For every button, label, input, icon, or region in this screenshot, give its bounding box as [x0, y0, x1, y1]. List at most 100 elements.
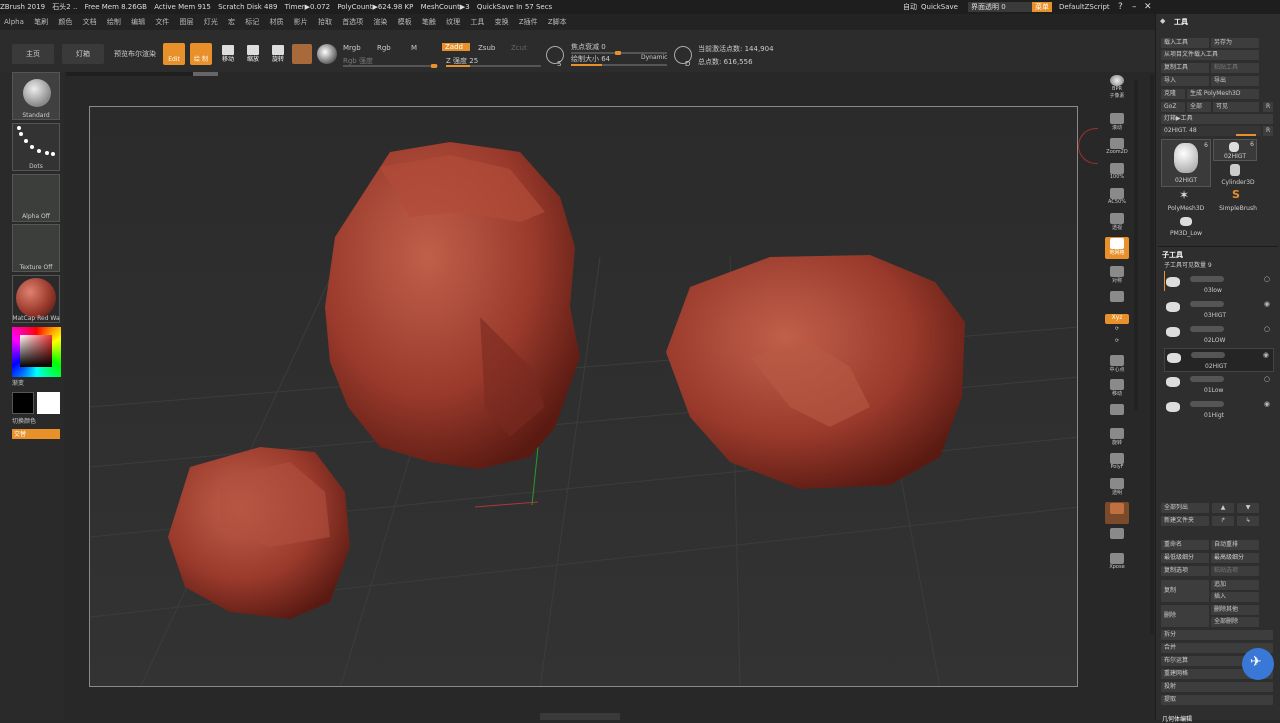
scene-canvas[interactable] [90, 107, 1078, 687]
eye-icon[interactable]: ◉ [1263, 351, 1269, 359]
menu-zscript[interactable]: Z脚本 [548, 14, 567, 30]
subtool-row[interactable]: ○ 03low [1164, 273, 1274, 297]
color-picker[interactable] [12, 327, 61, 377]
z-intensity-slider[interactable] [446, 65, 541, 67]
eye-icon[interactable]: ◉ [1264, 400, 1270, 408]
menu-stroke[interactable]: 笔触 [422, 14, 436, 30]
folder-in-icon[interactable]: ↱ [1212, 516, 1234, 526]
scale-button[interactable]: 缩放 [244, 43, 262, 65]
frame-button[interactable]: 中心点 [1105, 354, 1129, 376]
actual-size-button[interactable]: 100% [1105, 162, 1129, 184]
auto-reorder-button[interactable]: 自动重排 [1211, 540, 1259, 550]
switch-color-button[interactable]: 切换颜色 [12, 416, 60, 425]
delete-all-button[interactable]: 全部删除 [1211, 617, 1259, 627]
minimize-icon[interactable]: – [1132, 0, 1137, 14]
eye-icon[interactable]: ○ [1264, 375, 1270, 383]
tool-thumb-02higt[interactable]: 6 02HIGT [1213, 139, 1257, 161]
geometry-section[interactable]: 几何体编辑 [1162, 714, 1192, 723]
move-down-icon[interactable]: ▼ [1237, 503, 1259, 513]
subtool-toggles[interactable] [1190, 401, 1224, 407]
subtool-row[interactable]: ◉ 03HIGT [1164, 298, 1274, 322]
tool-thumb-02higt-main[interactable]: 6 02HIGT [1161, 139, 1211, 187]
color-square[interactable] [20, 335, 52, 367]
copy-tool-button[interactable]: 复制工具 [1161, 63, 1209, 73]
eye-icon[interactable]: ○ [1264, 325, 1270, 333]
load-tool-button[interactable]: 载入工具 [1161, 38, 1209, 48]
draw-size-slider[interactable] [571, 64, 667, 66]
panel-scrollbar[interactable] [1150, 74, 1154, 634]
menu-light[interactable]: 灯光 [204, 14, 218, 30]
subtool-toggles[interactable] [1190, 326, 1224, 332]
help-icon[interactable]: ? [1118, 0, 1123, 14]
ghost-button[interactable] [1105, 502, 1129, 524]
highest-subdiv-button[interactable]: 最高级细分 [1211, 553, 1259, 563]
project-button[interactable]: 投射 [1161, 682, 1273, 692]
quicksave-button[interactable]: QuickSave [921, 0, 958, 14]
extract-button[interactable]: 提取 [1161, 695, 1273, 705]
make-polymesh-button[interactable]: 生成 PolyMesh3D [1187, 89, 1259, 99]
rgb-intensity-knob[interactable] [431, 64, 437, 68]
xpose-button[interactable]: Xpose [1105, 552, 1129, 574]
duplicate-button[interactable]: 复制 [1161, 580, 1209, 602]
tool-thumb-simplebrush[interactable]: S SimpleBrush [1213, 188, 1263, 212]
canvas-viewport[interactable] [89, 106, 1078, 687]
ac50-button[interactable]: AC50% [1105, 187, 1129, 209]
rotation-gizmo-icon[interactable] [1078, 128, 1098, 164]
menu-preferences[interactable]: 首选项 [342, 14, 363, 30]
clone-button[interactable]: 克隆 [1161, 89, 1185, 99]
subtool-row[interactable]: ◉ 01Higt [1164, 398, 1274, 422]
move-button[interactable]: 移动 [219, 43, 237, 65]
new-folder-button[interactable]: 新建文件夹 [1161, 516, 1209, 526]
panel-collapse-icon[interactable]: ◆ [1160, 17, 1165, 25]
lightbox-tools-button[interactable]: 灯箱▶工具 [1161, 114, 1273, 124]
solo-button[interactable] [1105, 527, 1129, 549]
insert-button[interactable]: 插入 [1211, 592, 1259, 602]
copy-subtool-button[interactable]: 复制选项 [1161, 566, 1209, 576]
menu-edit[interactable]: 编辑 [131, 14, 145, 30]
import-button[interactable]: 导入 [1161, 76, 1209, 86]
menu-zplugin[interactable]: Z插件 [519, 14, 538, 30]
bottom-tray-handle[interactable] [540, 713, 620, 720]
subtool-row[interactable]: ○ 02LOW [1164, 323, 1274, 347]
tool-thumb-polymesh3d[interactable]: ✶ PolyMesh3D [1161, 188, 1211, 212]
menu-layer[interactable]: 图层 [180, 14, 194, 30]
rotate-button[interactable]: 旋转 [269, 43, 287, 65]
shelf-scroll-thumb[interactable] [193, 72, 218, 76]
folder-out-icon[interactable]: ↳ [1237, 516, 1259, 526]
lightbox-button[interactable]: 灯箱 [62, 44, 104, 64]
subtool-toggles[interactable] [1190, 276, 1224, 282]
subtool-row[interactable]: ○ 01Low [1164, 373, 1274, 397]
dynamic-toggle[interactable]: Dynamic [641, 54, 667, 61]
rgb-intensity-slider[interactable] [343, 65, 438, 67]
menu-brush[interactable]: 笔刷 [34, 14, 48, 30]
paste-tool-button[interactable]: 粘贴工具 [1211, 63, 1259, 73]
secondary-color-swatch[interactable] [12, 392, 34, 414]
move-up-icon[interactable]: ▲ [1212, 503, 1234, 513]
material-swatch-icon[interactable] [292, 44, 312, 64]
subtool-toggles[interactable] [1191, 352, 1225, 358]
default-zscript-button[interactable]: DefaultZScript [1059, 0, 1110, 14]
list-all-button[interactable]: 全部列出 [1161, 503, 1209, 513]
zcut-toggle[interactable]: Zcut [511, 44, 527, 52]
menu-render[interactable]: 渲染 [373, 14, 387, 30]
edit-button[interactable]: Edit [163, 43, 185, 65]
home-button[interactable]: 主页 [12, 44, 54, 64]
tool-thumb-cylinder3d[interactable]: Cylinder3D [1213, 164, 1263, 186]
focal-shift-knob[interactable] [615, 51, 621, 55]
primary-color-swatch[interactable] [37, 392, 60, 414]
floating-assistant-icon[interactable]: ✈ [1242, 648, 1274, 680]
mrgb-toggle[interactable]: Mrgb [343, 44, 361, 52]
xyz-button[interactable]: Xyz [1105, 314, 1129, 324]
r-button-2[interactable]: R [1263, 126, 1273, 136]
menu-document[interactable]: 文档 [83, 14, 97, 30]
draw-button[interactable]: 绘 制 [190, 43, 212, 65]
menu-alpha[interactable]: Alpha [4, 14, 24, 30]
paste-subtool-button[interactable]: 粘贴选项 [1211, 566, 1259, 576]
tool-thumb-pm3d-low[interactable]: PM3D_Low [1161, 215, 1211, 237]
local-button[interactable] [1105, 290, 1129, 312]
symmetry-button[interactable]: 对称 [1105, 265, 1129, 287]
load-from-project-button[interactable]: 从项目文件载入工具 [1161, 50, 1259, 60]
rotate-view-button[interactable]: 旋转 [1105, 427, 1129, 449]
rename-button[interactable]: 重命名 [1161, 540, 1209, 550]
move-view-button[interactable]: 移动 [1105, 378, 1129, 400]
